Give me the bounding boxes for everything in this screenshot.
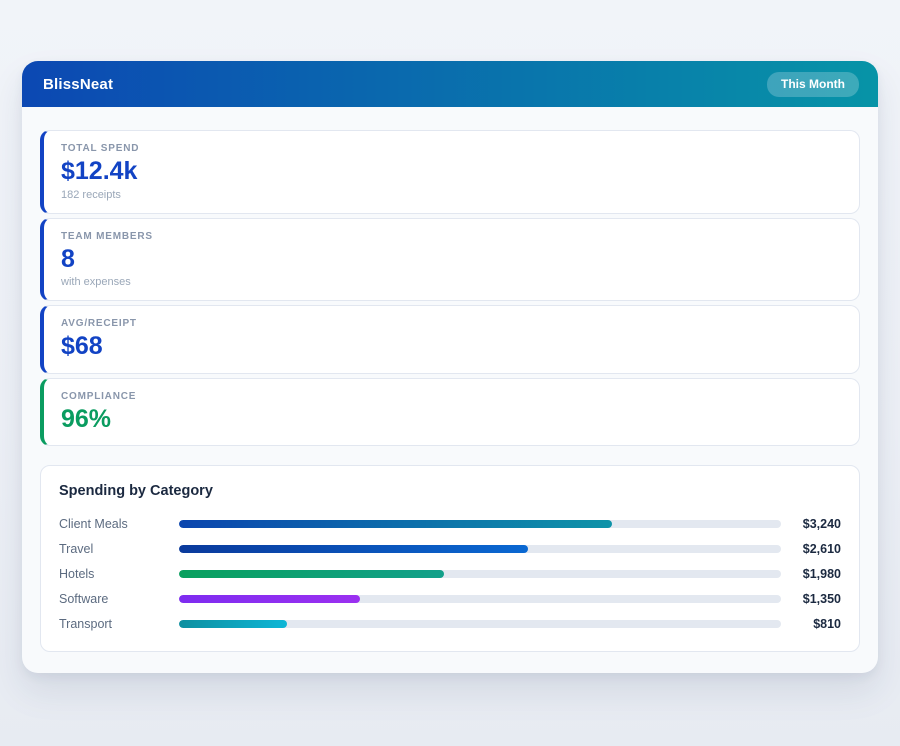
category-label: Software	[59, 591, 109, 606]
category-label: Hotels	[59, 566, 95, 581]
category-value: $1,980	[802, 566, 841, 581]
stat-label: TEAM MEMBERS	[61, 230, 153, 242]
app-title: BlissNeat	[43, 75, 114, 93]
category-label: Transport	[59, 616, 113, 631]
stat-subtext: 182 receipts	[61, 188, 121, 201]
stat-card-avg-receipt: AVG/RECEIPT $68	[40, 305, 860, 374]
stat-card-team-members: TEAM MEMBERS 8 with expenses	[40, 217, 860, 301]
chart-row-software: Software $1,350	[59, 586, 841, 611]
stat-label: AVG/RECEIPT	[61, 318, 137, 329]
spending-by-category-chart: Spending by Category Client Meals $3,240…	[40, 465, 860, 652]
bar-track	[179, 544, 781, 553]
category-value: $810	[813, 616, 841, 631]
stat-subtext: with expenses	[61, 276, 131, 288]
category-value: $2,610	[802, 541, 841, 556]
stat-value: $12.4k	[61, 157, 138, 185]
chart-title: Spending by Category	[59, 483, 213, 499]
stat-card-total-spend: TOTAL SPEND $12.4k 182 receipts	[40, 130, 860, 214]
bar-fill	[179, 519, 613, 528]
stat-label: TOTAL SPEND	[61, 143, 140, 154]
bar-track	[179, 519, 781, 528]
stat-value: 96%	[61, 404, 112, 433]
stat-card-compliance: COMPLIANCE 96%	[40, 377, 860, 446]
dashboard-content: TOTAL SPEND $12.4k 182 receipts TEAM MEM…	[22, 107, 878, 673]
category-label: Travel	[59, 541, 94, 556]
chart-row-travel: Travel $2,610	[59, 536, 841, 561]
category-label: Client Meals	[59, 516, 128, 531]
app-window: BlissNeat This Month TOTAL SPEND $12.4k …	[22, 61, 878, 673]
bar-fill	[179, 594, 360, 603]
app-header: BlissNeat This Month	[22, 61, 878, 107]
chart-row-hotels: Hotels $1,980	[59, 561, 841, 586]
stat-label: COMPLIANCE	[61, 390, 137, 402]
chart-row-transport: Transport $810	[59, 611, 841, 636]
bar-track	[179, 594, 781, 603]
period-badge[interactable]: This Month	[767, 71, 859, 97]
chart-row-client-meals: Client Meals $3,240	[59, 511, 841, 536]
bar-fill	[179, 619, 288, 628]
bar-track	[179, 619, 781, 628]
category-value: $3,240	[802, 516, 841, 531]
stat-value: 8	[61, 244, 75, 273]
stat-value: $68	[61, 332, 103, 360]
bar-track	[179, 569, 781, 578]
bar-fill	[179, 569, 444, 578]
category-value: $1,350	[802, 591, 841, 606]
bar-fill	[179, 544, 529, 553]
